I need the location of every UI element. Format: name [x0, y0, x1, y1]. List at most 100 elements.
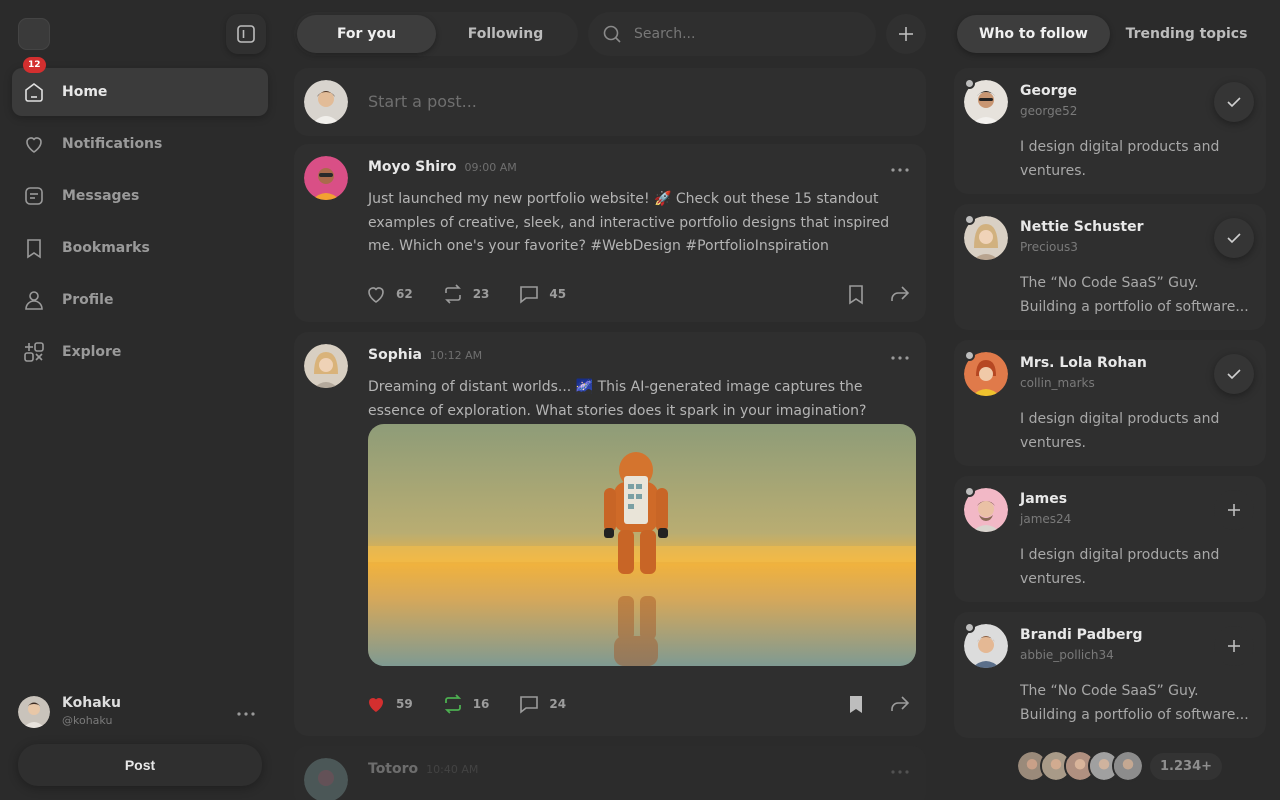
avatar[interactable]	[304, 156, 348, 200]
post-time: 09:00 AM	[464, 161, 517, 174]
post-actions: 59 16 24	[364, 692, 594, 716]
nav-item-profile[interactable]: Profile	[12, 276, 268, 324]
nav-label: Notifications	[62, 136, 163, 152]
post-actions: 62 23 45	[364, 282, 594, 306]
post-composer	[294, 68, 926, 136]
post-button[interactable]: Post	[18, 744, 262, 786]
search-input[interactable]	[634, 26, 854, 42]
post-author[interactable]: Moyo Shiro 09:00 AM	[368, 159, 517, 175]
follow-handle: george52	[1020, 104, 1078, 118]
tab-trending-topics[interactable]: Trending topics	[1110, 15, 1263, 53]
post-author[interactable]: Totoro 10:40 AM	[368, 761, 478, 777]
avatar	[18, 696, 50, 728]
nav-item-home[interactable]: Home	[12, 68, 268, 116]
share-icon[interactable]	[888, 282, 912, 306]
tab-who-to-follow[interactable]: Who to follow	[957, 15, 1110, 53]
nav-item-explore[interactable]: Explore	[12, 328, 268, 376]
post-author[interactable]: Sophia 10:12 AM	[368, 347, 482, 363]
follow-bio: I design digital products and ventures.	[1020, 547, 1220, 587]
post-text: Dreaming of distant worlds... 🌌 This AI-…	[368, 379, 867, 419]
heart-icon	[364, 282, 388, 306]
explore-icon	[22, 340, 46, 364]
share-icon[interactable]	[888, 692, 912, 716]
nav-label: Bookmarks	[62, 240, 150, 256]
follow-button[interactable]	[1214, 490, 1254, 530]
repost-button[interactable]: 16	[441, 692, 490, 716]
repost-count: 16	[472, 697, 490, 711]
following-button[interactable]	[1214, 218, 1254, 258]
author-name: Sophia	[368, 347, 422, 363]
more-icon[interactable]	[888, 760, 912, 784]
comment-button[interactable]: 45	[517, 282, 566, 306]
bookmark-filled-icon[interactable]	[844, 692, 868, 716]
post: Totoro 10:40 AM	[294, 746, 926, 800]
status-dot	[964, 622, 975, 633]
like-count: 59	[396, 697, 413, 711]
follow-bio: I design digital products and ventures.	[1020, 411, 1220, 451]
more-count: 1.234+	[1150, 752, 1223, 780]
nav-label: Home	[62, 84, 108, 100]
message-icon	[22, 184, 46, 208]
logo[interactable]	[18, 18, 50, 50]
like-button[interactable]: 62	[364, 282, 413, 306]
who-to-follow-list: George george52 I design digital product…	[954, 68, 1266, 748]
follow-name[interactable]: George	[1020, 83, 1077, 99]
status-dot	[964, 486, 975, 497]
nav-label: Explore	[62, 344, 122, 360]
sidebar: Home Notifications Messages Bookmarks Pr…	[0, 0, 280, 800]
repost-count: 23	[472, 287, 490, 301]
follow-name[interactable]: Nettie Schuster	[1020, 219, 1144, 235]
follow-name[interactable]: James	[1020, 491, 1067, 507]
more-suggestions[interactable]: 1.234+	[1016, 750, 1223, 782]
search-icon	[600, 22, 624, 46]
avatar[interactable]	[304, 758, 348, 800]
new-post-button[interactable]	[886, 14, 926, 54]
tab-for-you[interactable]: For you	[297, 15, 436, 53]
follow-card: George george52 I design digital product…	[954, 68, 1266, 194]
more-icon[interactable]	[888, 158, 912, 182]
repost-button[interactable]: 23	[441, 282, 490, 306]
more-icon[interactable]	[888, 346, 912, 370]
avatar[interactable]	[304, 344, 348, 388]
sidebar-toggle-icon	[234, 22, 258, 46]
follow-bio: The “No Code SaaS” Guy. Building a portf…	[1020, 683, 1249, 723]
follow-handle: collin_marks	[1020, 376, 1095, 390]
post-time: 10:40 AM	[426, 763, 479, 776]
follow-name[interactable]: Brandi Padberg	[1020, 627, 1142, 643]
following-button[interactable]	[1214, 82, 1254, 122]
following-button[interactable]	[1214, 354, 1254, 394]
current-user[interactable]: Kohaku @kohaku	[18, 694, 268, 730]
nav-item-bookmarks[interactable]: Bookmarks	[12, 224, 268, 272]
bookmark-icon[interactable]	[844, 282, 868, 306]
more-icon[interactable]	[234, 702, 258, 726]
composer-input[interactable]	[368, 92, 868, 111]
search-bar	[588, 12, 876, 56]
follow-card: Mrs. Lola Rohan collin_marks I design di…	[954, 340, 1266, 466]
user-name: Kohaku	[62, 695, 121, 711]
follow-card: James james24 I design digital products …	[954, 476, 1266, 602]
follow-handle: abbie_pollich34	[1020, 648, 1114, 662]
follow-button[interactable]	[1214, 626, 1254, 666]
status-dot	[964, 78, 975, 89]
right-tabs: Who to follow Trending topics	[954, 12, 1266, 56]
like-button[interactable]: 59	[364, 692, 413, 716]
comment-button[interactable]: 24	[517, 692, 566, 716]
nav-item-notifications[interactable]: Notifications	[12, 120, 268, 168]
check-icon	[1222, 90, 1246, 114]
nav-item-messages[interactable]: Messages	[12, 172, 268, 220]
post: Moyo Shiro 09:00 AM Just launched my new …	[294, 144, 926, 322]
author-name: Totoro	[368, 761, 419, 777]
home-icon	[22, 80, 46, 104]
post-secondary-actions	[824, 282, 912, 306]
post-image[interactable]	[368, 424, 916, 666]
feed-tabs: For you Following	[294, 12, 578, 56]
post-text: Just launched my new portfolio website! …	[368, 191, 890, 254]
tab-following[interactable]: Following	[436, 15, 575, 53]
follow-bio: The “No Code SaaS” Guy. Building a portf…	[1020, 275, 1249, 315]
collapse-sidebar-button[interactable]	[226, 14, 266, 54]
post: Sophia 10:12 AM Dreaming of distant world…	[294, 332, 926, 736]
status-dot	[964, 214, 975, 225]
plus-icon	[1222, 498, 1246, 522]
comment-icon	[517, 692, 541, 716]
follow-name[interactable]: Mrs. Lola Rohan	[1020, 355, 1147, 371]
